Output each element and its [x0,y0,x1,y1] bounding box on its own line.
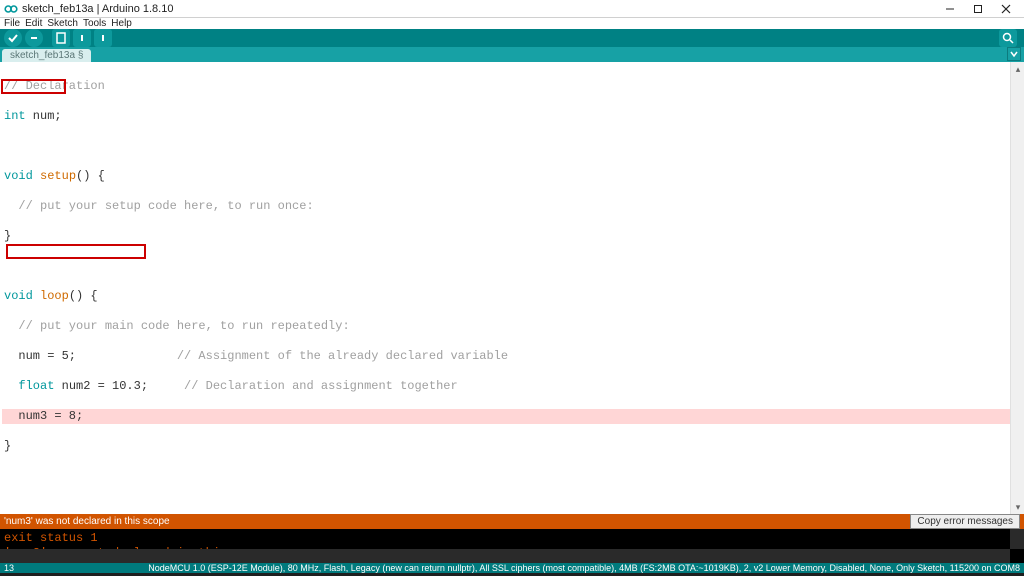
verify-button[interactable] [4,29,22,47]
close-button[interactable] [992,0,1020,18]
output-console[interactable]: exit status 1 'num3' was not declared in… [0,529,1024,563]
scroll-up-icon[interactable]: ▴ [1011,62,1024,76]
code-line: int [4,109,26,123]
new-sketch-button[interactable] [52,29,70,47]
code-line [2,259,1010,274]
code-line [2,139,1010,154]
sketch-tab[interactable]: sketch_feb13a § [2,49,91,62]
menu-edit[interactable]: Edit [25,18,42,29]
code-line: // Declaration [4,79,105,93]
status-bar: 13 NodeMCU 1.0 (ESP-12E Module), 80 MHz,… [0,563,1024,573]
tab-menu-button[interactable] [1007,47,1021,61]
code-line: void [4,169,33,183]
code-line-error: num3 = 8; [2,409,1010,424]
board-info-text: NodeMCU 1.0 (ESP-12E Module), 80 MHz, Fl… [148,563,1020,573]
annotation-box [6,244,146,259]
code-line: } [2,229,1010,244]
arduino-ide-window: sketch_feb13a | Arduino 1.8.10 File Edit… [0,0,1024,576]
console-horizontal-scrollbar[interactable] [0,549,1010,563]
copy-error-messages-button[interactable]: Copy error messages [910,514,1020,529]
menu-help[interactable]: Help [111,18,132,29]
code-line: } [2,439,1010,454]
code-line: void [4,289,33,303]
code-line: float [4,379,54,393]
toolbar [0,29,1024,47]
menu-file[interactable]: File [4,18,20,29]
menu-tools[interactable]: Tools [83,18,106,29]
upload-button[interactable] [25,29,43,47]
scroll-down-icon[interactable]: ▾ [1011,500,1024,514]
code-line: num = 5; [4,349,177,363]
code-editor[interactable]: // Declaration int num; void setup() { /… [0,62,1010,514]
console-line: exit status 1 [4,531,1020,546]
serial-monitor-button[interactable] [999,29,1017,47]
editor-area-wrap: // Declaration int num; void setup() { /… [0,62,1024,514]
menu-sketch[interactable]: Sketch [47,18,78,29]
editor-vertical-scrollbar[interactable]: ▴ ▾ [1010,62,1024,514]
open-sketch-button[interactable] [73,29,91,47]
code-line: // put your setup code here, to run once… [4,199,314,213]
error-strip: 'num3' was not declared in this scope Co… [0,514,1024,529]
error-summary-text: 'num3' was not declared in this scope [4,516,170,527]
code-line: // put your main code here, to run repea… [4,319,350,333]
tab-strip: sketch_feb13a § [0,47,1024,62]
console-vertical-scrollbar[interactable] [1010,529,1024,549]
arduino-logo-icon [4,2,18,16]
maximize-button[interactable] [964,0,992,18]
save-sketch-button[interactable] [94,29,112,47]
titlebar: sketch_feb13a | Arduino 1.8.10 [0,0,1024,18]
cursor-line-indicator: 13 [4,563,14,573]
menu-bar: File Edit Sketch Tools Help [0,18,1024,29]
window-title: sketch_feb13a | Arduino 1.8.10 [22,3,173,15]
minimize-button[interactable] [936,0,964,18]
